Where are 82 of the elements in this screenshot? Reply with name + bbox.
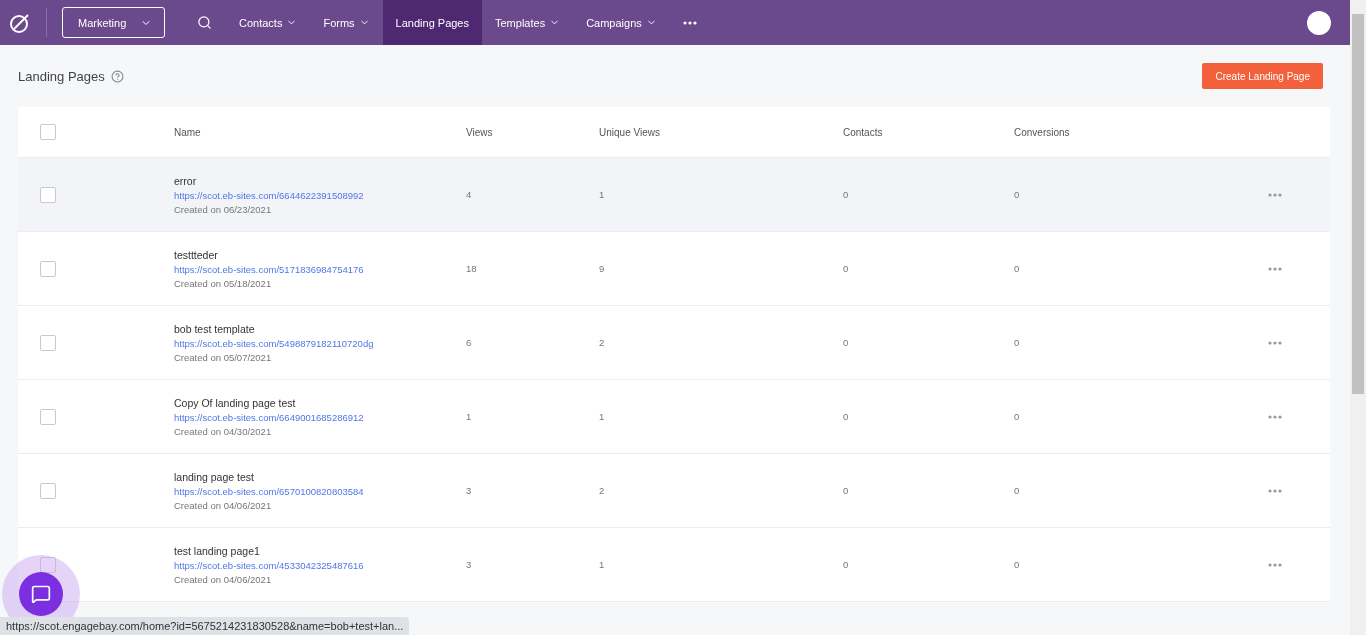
contacts-cell-text: 0 <box>843 263 850 274</box>
row-checkbox[interactable] <box>40 334 56 351</box>
created-date: Created on 04/06/2021 <box>174 499 273 511</box>
contacts-cell-text: 0 <box>843 411 850 422</box>
chat-button[interactable] <box>19 572 63 616</box>
ellipsis-icon <box>1268 340 1282 345</box>
column-header: Contacts <box>843 126 884 138</box>
page-url-link[interactable]: https://scot.eb-sites.com/5171836984754176 <box>174 263 466 275</box>
conversions-cell-text: 0 <box>1014 337 1021 348</box>
conversions-cell-text: 0 <box>1014 559 1021 570</box>
unique-views-cell-text: 2 <box>599 485 606 496</box>
more-options-button[interactable] <box>1268 414 1284 419</box>
page-name: Copy Of landing page test <box>174 396 297 409</box>
more-options-button[interactable] <box>1268 488 1284 493</box>
ellipsis-icon <box>682 20 697 25</box>
nav-tab[interactable]: Forms <box>310 0 383 45</box>
contacts-cell-text: 0 <box>843 485 850 496</box>
page-name: test landing page1 <box>174 544 261 557</box>
page-name: testtteder <box>174 248 219 261</box>
more-options-button[interactable] <box>1268 562 1284 567</box>
created-date: Created on 06/23/2021 <box>174 203 273 215</box>
more-options-button[interactable] <box>1268 266 1284 271</box>
more-options-button[interactable] <box>1268 340 1284 345</box>
more-options-button[interactable] <box>1268 192 1284 197</box>
views-cell-text: 3 <box>466 559 473 570</box>
page-title: Landing Pages <box>18 68 105 84</box>
select-all-checkbox[interactable] <box>40 124 56 140</box>
conversions-cell-text: 0 <box>1014 411 1021 422</box>
avatar[interactable] <box>1307 10 1331 35</box>
table-row[interactable]: error https://scot.eb-sites.com/6644622391508992 Created on 06/23/2021 4 1 0 0 <box>18 158 1330 232</box>
page-name: error <box>174 174 198 187</box>
help-icon[interactable] <box>110 69 124 83</box>
page-name: bob test template <box>174 322 256 335</box>
search-icon[interactable] <box>197 15 212 30</box>
views-cell-text: 18 <box>466 263 478 274</box>
contacts-cell-text: 0 <box>843 559 850 570</box>
ellipsis-icon <box>1268 562 1282 567</box>
column-header: Name <box>174 126 202 138</box>
page-url-link[interactable]: https://scot.eb-sites.com/6649001685286912 <box>174 411 466 423</box>
column-header: Unique Views <box>599 126 661 138</box>
nav-tab[interactable]: Landing Pages <box>382 0 482 45</box>
page-name: landing page test <box>174 470 255 483</box>
row-checkbox[interactable] <box>40 186 56 203</box>
unique-views-cell-text: 2 <box>599 337 606 348</box>
created-date: Created on 04/06/2021 <box>174 573 273 585</box>
created-date: Created on 05/07/2021 <box>174 351 273 363</box>
nav-tab[interactable]: Contacts <box>226 0 311 45</box>
unique-views-cell-text: 9 <box>599 263 606 274</box>
unique-views-cell-text: 1 <box>599 189 606 200</box>
page-url-link[interactable]: https://scot.eb-sites.com/6644622391508992 <box>174 189 466 201</box>
views-cell-text: 3 <box>466 485 473 496</box>
unique-views-cell-text: 1 <box>599 411 606 422</box>
row-checkbox[interactable] <box>40 556 56 573</box>
status-bar-url: https://scot.engagebay.com/home?id=5675214231830528&name=bob+test+lan... <box>0 617 410 635</box>
chat-icon <box>31 584 51 604</box>
ellipsis-icon <box>1268 414 1282 419</box>
created-date: Created on 04/30/2021 <box>174 425 273 437</box>
row-checkbox[interactable] <box>40 408 56 425</box>
row-checkbox[interactable] <box>40 482 56 499</box>
page-url-link[interactable]: https://scot.eb-sites.com/4533042325487616 <box>174 559 466 571</box>
ellipsis-icon <box>1268 488 1282 493</box>
nav-tab[interactable]: Templates <box>482 0 574 45</box>
ellipsis-icon <box>1268 192 1282 197</box>
unique-views-cell-text: 1 <box>599 559 606 570</box>
row-checkbox[interactable] <box>40 260 56 277</box>
contacts-cell-text: 0 <box>843 337 850 348</box>
column-header: Views <box>466 126 494 138</box>
created-date: Created on 05/18/2021 <box>174 277 273 289</box>
page-url-link[interactable]: https://scot.eb-sites.com/6570100820803584 <box>174 485 466 497</box>
conversions-cell-text: 0 <box>1014 189 1021 200</box>
column-header: Conversions <box>1014 126 1071 138</box>
conversions-cell-text: 0 <box>1014 263 1021 274</box>
views-cell-text: 4 <box>466 189 473 200</box>
workspace-dropdown[interactable]: Marketing <box>62 7 165 38</box>
contacts-cell-text: 0 <box>843 189 850 200</box>
ellipsis-icon <box>1268 266 1282 271</box>
scrollbar[interactable] <box>1350 0 1366 635</box>
nav-tab[interactable]: Campaigns <box>573 0 670 45</box>
page-url-link[interactable]: https://scot.eb-sites.com/5498879182110720dg <box>174 337 466 349</box>
conversions-cell-text: 0 <box>1014 485 1021 496</box>
views-cell-text: 6 <box>466 337 473 348</box>
views-cell-text: 1 <box>466 411 473 422</box>
